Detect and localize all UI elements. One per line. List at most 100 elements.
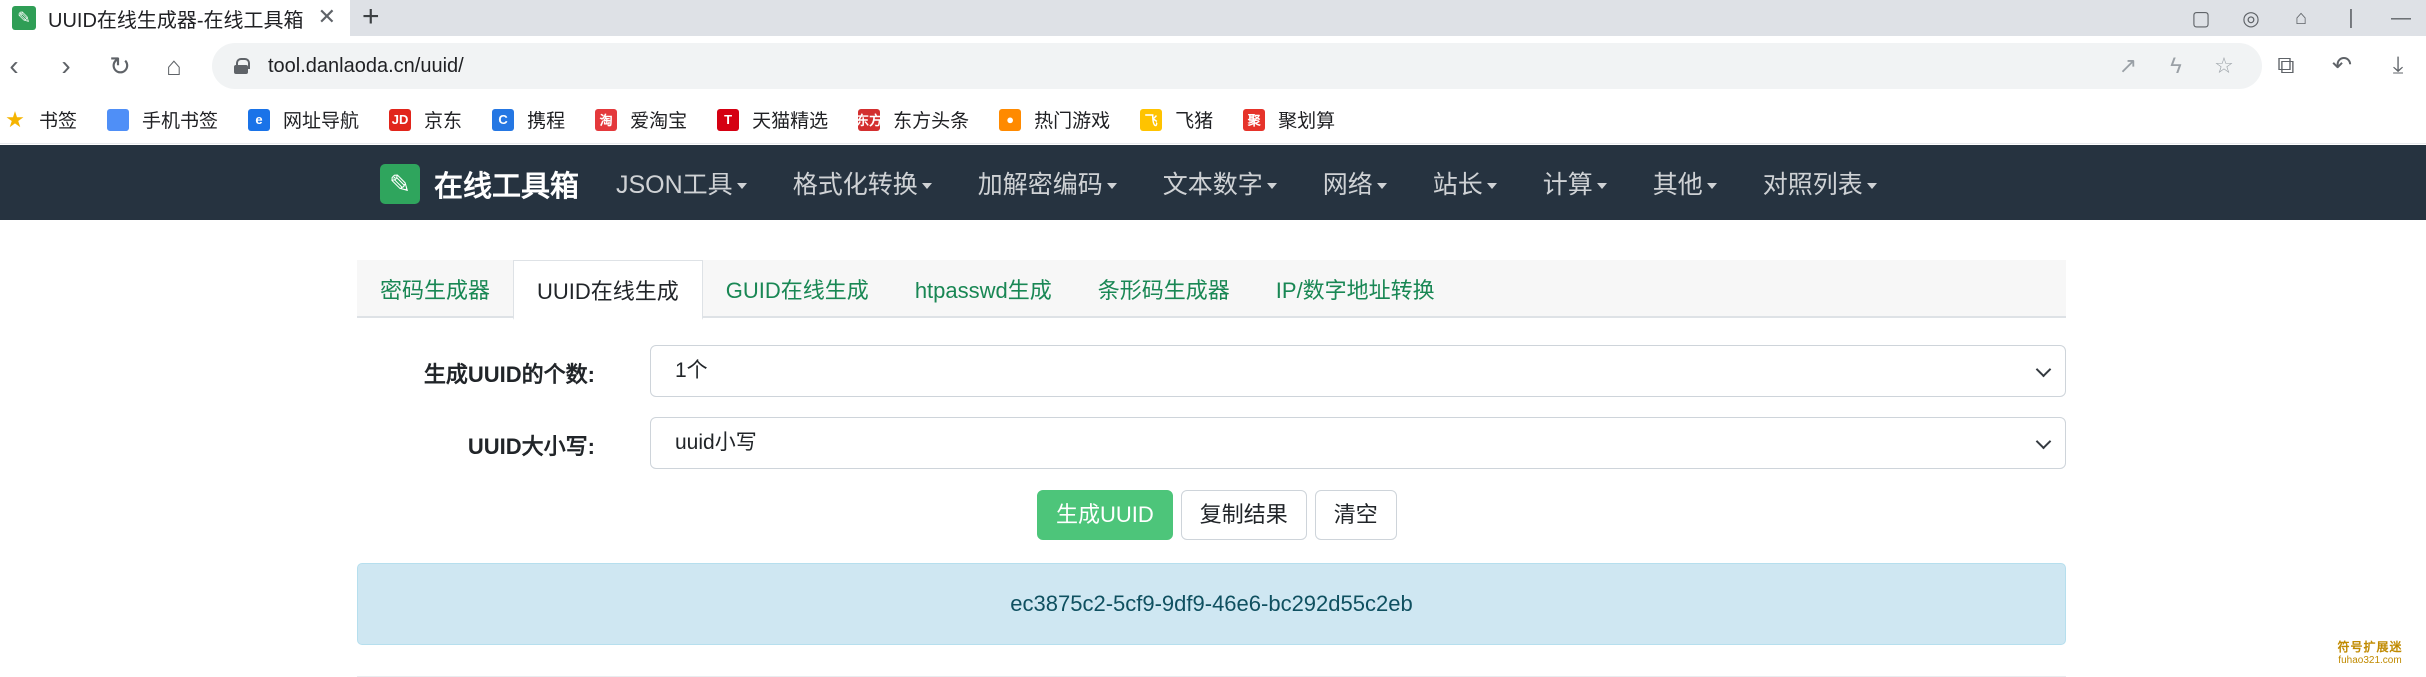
menu-item-label: 文本数字 [1162, 170, 1263, 199]
tool-tab[interactable]: htpasswd生成 [892, 260, 1075, 318]
bookmark-label: 网址导航 [283, 111, 360, 132]
caret-down-icon [1106, 182, 1117, 189]
navigation-icon: e [248, 108, 271, 131]
lock-icon[interactable] [234, 58, 250, 74]
share-icon[interactable]: ↗ [2104, 53, 2152, 79]
bookmark-item[interactable]: C 携程 [492, 106, 565, 133]
menu-item[interactable]: 计算 [1543, 165, 1607, 201]
caret-down-icon [1706, 182, 1717, 189]
menu-item[interactable]: 对照列表 [1763, 165, 1877, 201]
undo-icon[interactable]: ↶ [2314, 48, 2370, 84]
bookmark-item[interactable]: 飞飞猪 [1140, 106, 1213, 133]
brand-title: 在线工具箱 [434, 171, 580, 203]
menu-item[interactable]: 其他 [1653, 165, 1717, 201]
bookmark-item[interactable]: 聚聚划算 [1243, 106, 1335, 133]
menu-item[interactable]: 加解密编码 [978, 165, 1117, 201]
site-brand[interactable]: ✎ 在线工具箱 [380, 163, 579, 205]
fliggy-icon: 飞 [1140, 108, 1163, 131]
close-tab-icon[interactable]: ✕ [318, 4, 336, 30]
tool-tab[interactable]: 条形码生成器 [1075, 260, 1253, 318]
menu-item-label: 对照列表 [1762, 170, 1863, 199]
browser-tab[interactable]: ✎ UUID在线生成器-在线工具箱 ✕ [0, 0, 350, 36]
reload-icon[interactable]: ↻ [102, 48, 138, 84]
bookmark-star-icon[interactable]: ☆ [2200, 53, 2248, 79]
eastday-icon: 东方 [856, 108, 882, 131]
count-label: 生成UUID的个数: [423, 362, 595, 387]
bookmark-label: 手机书签 [142, 111, 219, 132]
download-icon[interactable]: ⤓ [2370, 48, 2426, 84]
caret-down-icon [1486, 182, 1497, 189]
action-buttons: 生成UUID 复制结果 清空 [1037, 490, 1405, 540]
tool-tab[interactable]: GUID在线生成 [703, 260, 892, 318]
generate-uuid-button[interactable]: 生成UUID [1037, 490, 1173, 540]
case-row: UUID大小写: uuid小写 [357, 417, 2066, 469]
uuid-result[interactable]: ec3875c2-5cf9-9df9-46e6-bc292d55c2eb [357, 563, 2066, 645]
bookmark-label: 聚划算 [1278, 111, 1336, 132]
bookmark-item[interactable]: ● 热门游戏 [999, 106, 1110, 133]
tool-tab[interactable]: 密码生成器 [357, 260, 513, 318]
browser-toolbar: ‹ › ↻ ⌂ tool.danlaoda.cn/uuid/ ↗ ϟ ☆ ⧉ ↶… [0, 36, 2426, 96]
menu-item-label: 其他 [1652, 170, 1703, 199]
case-select[interactable]: uuid小写 [650, 417, 2066, 469]
address-bar[interactable]: tool.danlaoda.cn/uuid/ ↗ ϟ ☆ [212, 43, 2262, 89]
bookmarks-bar: ★ 书签 手机书签 e 网址导航 JD 京东 C 携程 淘爱淘宝 T 天猫精选 东方 东方头条 ● 热门游戏 飞… [0, 96, 2426, 144]
caret-down-icon [1266, 182, 1277, 189]
bookmark-item[interactable]: e 网址导航 [248, 106, 359, 133]
extensions-icon[interactable]: ⌂ [2276, 7, 2326, 30]
home-icon[interactable]: ⌂ [156, 48, 192, 84]
extension-puzzle-icon[interactable]: ⧉ [2258, 48, 2314, 84]
menu-item-label: 网络 [1322, 170, 1373, 199]
tool-tabs: 密码生成器 UUID在线生成 GUID在线生成 htpasswd生成 条形码生成器 IP/… [357, 260, 2066, 320]
bookmark-item[interactable]: 淘爱淘宝 [595, 106, 687, 133]
bookmark-label: 京东 [424, 111, 463, 132]
bookmark-item[interactable]: JD 京东 [389, 106, 462, 133]
menu-item[interactable]: 网络 [1323, 165, 1387, 201]
window-controls: ▢ ◎ ⌂ | — [2176, 0, 2426, 36]
jd-icon: JD [389, 108, 412, 131]
chevron-down-icon [2035, 433, 2052, 450]
toolbar-right-actions: ⧉ ↶ ⤓ [2258, 48, 2426, 84]
back-icon[interactable]: ‹ [0, 48, 32, 84]
bookmark-label: 天猫精选 [752, 111, 829, 132]
juhuasuan-icon: 聚 [1243, 108, 1266, 131]
tmall-icon: T [717, 108, 740, 131]
address-bar-actions: ↗ ϟ ☆ [2104, 43, 2248, 89]
copy-result-button[interactable]: 复制结果 [1180, 490, 1307, 540]
caret-down-icon [1376, 182, 1387, 189]
bookmark-item[interactable]: 手机书签 [107, 106, 218, 133]
bookmark-label: 飞猪 [1175, 111, 1214, 132]
menu-item-label: 计算 [1542, 170, 1593, 199]
bookmark-item[interactable]: T 天猫精选 [717, 106, 828, 133]
tab-search-icon[interactable]: ▢ [2176, 6, 2226, 31]
menu-item[interactable]: JSON工具 [616, 165, 747, 201]
count-select[interactable]: 1个 [650, 345, 2066, 397]
caret-down-icon [921, 182, 932, 189]
count-row: 生成UUID的个数: 1个 [357, 345, 2066, 397]
menu-item[interactable]: 站长 [1433, 165, 1497, 201]
bookmark-label: 东方头条 [893, 111, 970, 132]
bookmark-item[interactable]: ★ 书签 [4, 106, 77, 133]
watermark-url: fuhao321.com [2338, 655, 2402, 666]
forward-icon[interactable]: › [48, 48, 84, 84]
site-menu: JSON工具 格式化转换 加解密编码 文本数字 网络 站长 计算 其他 对照列表 [616, 145, 1923, 220]
tool-tab[interactable]: UUID在线生成 [513, 260, 703, 320]
menu-item-label: 加解密编码 [977, 170, 1103, 199]
minimize-icon[interactable]: — [2376, 7, 2426, 30]
url-text[interactable]: tool.danlaoda.cn/uuid/ [268, 55, 464, 78]
clear-button[interactable]: 清空 [1314, 490, 1397, 540]
menu-item-label: 站长 [1432, 170, 1483, 199]
bookmark-label: 爱淘宝 [630, 111, 688, 132]
wrench-logo-icon: ✎ [380, 164, 420, 204]
bookmark-item[interactable]: 东方 东方头条 [856, 106, 970, 133]
menu-item[interactable]: 格式化转换 [793, 165, 932, 201]
tool-tab[interactable]: IP/数字地址转换 [1253, 260, 1458, 318]
case-label: UUID大小写: [467, 434, 595, 459]
new-tab-button[interactable]: + [362, 1, 380, 33]
bookmark-label: 热门游戏 [1034, 111, 1111, 132]
profile-icon[interactable]: ◎ [2226, 6, 2276, 31]
menu-item[interactable]: 文本数字 [1163, 165, 1277, 201]
menu-item-label: JSON工具 [616, 170, 733, 199]
aitaobao-icon: 淘 [595, 108, 618, 131]
watermark-logo: 符号扩展迷 fuhao321.com [2322, 638, 2418, 666]
lightning-icon[interactable]: ϟ [2152, 53, 2200, 79]
